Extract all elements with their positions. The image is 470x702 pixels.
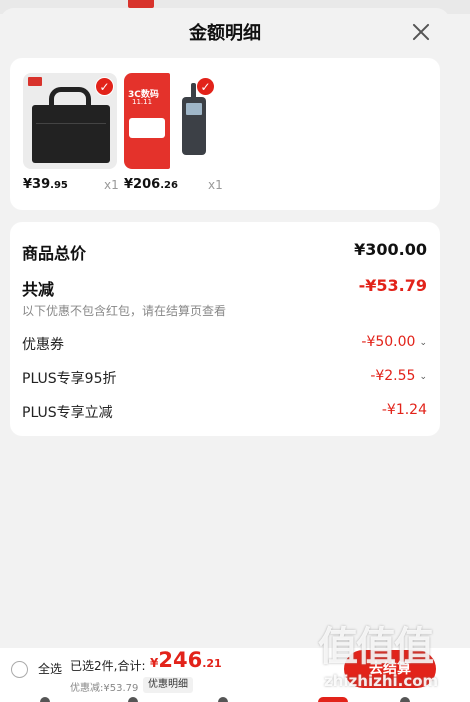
coupon-value[interactable]: -¥50.00 ⌄ xyxy=(361,334,427,350)
cart-total-price: ¥246.21 xyxy=(150,648,222,672)
plus-reduction-value: -¥1.24 xyxy=(381,402,427,418)
total-reduction-value: -¥53.79 xyxy=(358,276,427,295)
tab-icon[interactable] xyxy=(128,697,138,702)
coupon-row[interactable]: 优惠券 -¥50.00 ⌄ xyxy=(22,334,427,354)
background-red-tab xyxy=(128,0,154,8)
tab-icon[interactable] xyxy=(400,697,410,702)
promo-poster-image: 3C数码 11.11 xyxy=(124,73,170,169)
tab-icon[interactable] xyxy=(40,697,50,702)
plus-discount-row[interactable]: PLUS专享95折 -¥2.55 ⌄ xyxy=(22,368,427,388)
sheet-header: 金额明细 xyxy=(0,8,450,56)
select-all-label[interactable]: 全选 xyxy=(38,660,62,677)
plus-discount-label: PLUS专享95折 xyxy=(22,371,117,387)
product-quantity: x1 xyxy=(104,178,119,192)
close-icon[interactable] xyxy=(410,21,432,43)
document-bag-image xyxy=(32,105,110,163)
brand-logo-icon xyxy=(28,77,42,86)
total-price-value: ¥300.00 xyxy=(354,240,427,259)
discount-detail-button[interactable]: 优惠明细 xyxy=(143,677,193,693)
checkmark-icon[interactable]: ✓ xyxy=(95,77,114,96)
sheet-title: 金额明细 xyxy=(189,23,261,44)
checkmark-icon[interactable]: ✓ xyxy=(196,77,215,96)
products-card: ✓ ¥39.95 x1 3C数码 11.11 ✓ ¥206.26 x1 xyxy=(10,58,440,210)
product-price: ¥206.26 xyxy=(124,177,178,192)
cart-tab-badge[interactable] xyxy=(318,697,348,702)
product-thumbnail[interactable]: ✓ xyxy=(23,73,117,169)
plus-discount-value[interactable]: -¥2.55 ⌄ xyxy=(370,368,427,384)
amount-detail-sheet: 金额明细 ✓ ¥39.95 x1 3C数码 11.11 ✓ ¥206.26 x1… xyxy=(0,8,450,648)
walkie-talkie-image xyxy=(182,83,206,155)
tab-icon[interactable] xyxy=(218,697,228,702)
discount-summary-text: 优惠减:¥53.79 xyxy=(70,683,139,694)
chevron-down-icon[interactable]: ⌄ xyxy=(419,372,427,382)
total-price-row: 商品总价 ¥300.00 xyxy=(22,240,427,263)
chevron-down-icon[interactable]: ⌄ xyxy=(419,338,427,348)
site-watermark: 值值值 zhizhizhi.com xyxy=(318,614,464,694)
plus-reduction-row: PLUS专享立减 -¥1.24 xyxy=(22,402,427,422)
watermark-logo: 值值值 xyxy=(318,624,434,670)
tab-bar-peek xyxy=(0,696,470,702)
product-quantity: x1 xyxy=(208,178,223,192)
coupon-label: 优惠券 xyxy=(22,337,64,353)
watermark-url: zhizhizhi.com xyxy=(324,672,439,690)
product-item[interactable]: 3C数码 11.11 ✓ ¥206.26 x1 xyxy=(124,73,223,192)
total-price-label: 商品总价 xyxy=(22,244,87,263)
selected-count-text: 已选2件,合计: xyxy=(70,659,146,673)
product-item[interactable]: ✓ ¥39.95 x1 xyxy=(23,73,119,192)
total-reduction-label: 共减 xyxy=(22,280,55,299)
plus-reduction-label: PLUS专享立减 xyxy=(22,405,113,421)
product-price: ¥39.95 xyxy=(23,177,68,192)
total-reduction-row: 共减 -¥53.79 xyxy=(22,276,427,299)
select-all-radio[interactable] xyxy=(11,661,28,678)
price-summary-card: 商品总价 ¥300.00 共减 -¥53.79 以下优惠不包含红包，请在结算页查… xyxy=(10,222,440,436)
product-thumbnail[interactable]: 3C数码 11.11 ✓ xyxy=(124,73,218,169)
reduction-note: 以下优惠不包含红包，请在结算页查看 xyxy=(22,304,227,318)
